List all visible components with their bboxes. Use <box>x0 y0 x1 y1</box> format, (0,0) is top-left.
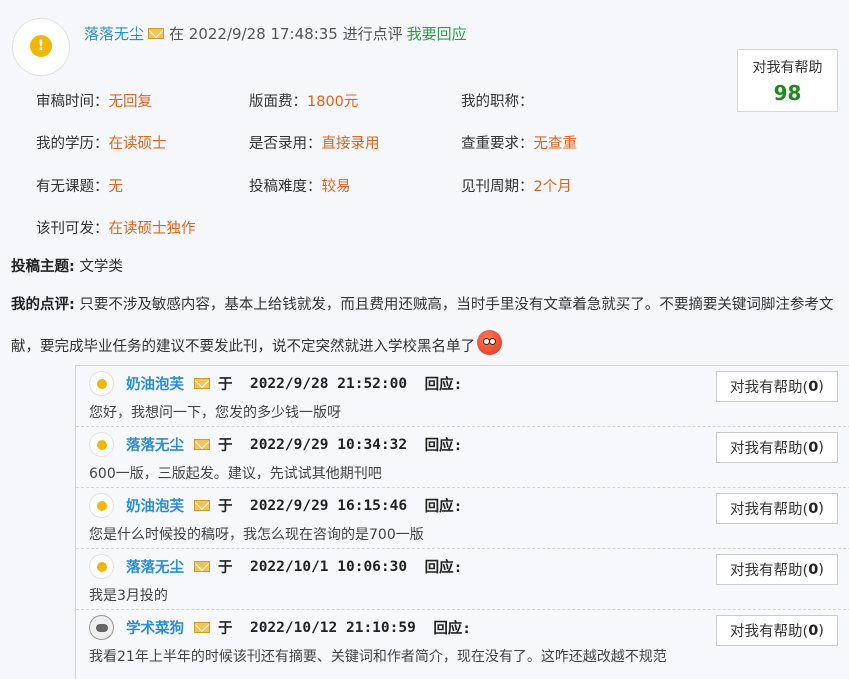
reply-item: 奶油泡芙 于 2022/9/28 21:52:00 回应: 您好，我想问一下，您… <box>76 366 849 427</box>
info-review-time: 审稿时间：无回复 <box>36 94 152 110</box>
reply-header: 奶油泡芙 于 2022/9/29 16:15:46 回应: <box>126 495 462 516</box>
topic-value: 文学类 <box>79 259 123 275</box>
reply-item: 落落无尘 于 2022/9/29 10:34:32 回应: 600一版，三版起发… <box>76 427 849 488</box>
review-timestamp: 在 2022/9/28 17:48:35 进行点评 <box>169 25 403 43</box>
mail-icon[interactable] <box>194 378 210 389</box>
reply-helpful-button[interactable]: 对我有帮助(0) <box>716 432 838 463</box>
reviewer-name-link[interactable]: 落落无尘 <box>84 23 144 44</box>
reply-helpful-button[interactable]: 对我有帮助(0) <box>716 554 838 585</box>
lightbulb-icon <box>96 500 107 511</box>
mail-icon[interactable] <box>194 439 210 450</box>
reply-helpful-button[interactable]: 对我有帮助(0) <box>716 493 838 524</box>
reply-item: 奶油泡芙 于 2022/9/29 16:15:46 回应: 您是什么时候投的稿呀… <box>76 488 849 549</box>
topic-label: 投稿主题: <box>11 259 75 275</box>
reply-user-link[interactable]: 奶油泡芙 <box>126 373 184 394</box>
user-avatar[interactable] <box>89 554 114 579</box>
reply-user-link[interactable]: 落落无尘 <box>126 434 184 455</box>
reply-time: 2022/9/28 21:52:00 <box>249 375 408 392</box>
reply-item: 落落无尘 于 2022/10/1 10:06:30 回应: 我是3月投的 对我有… <box>76 549 849 610</box>
user-avatar[interactable] <box>89 493 114 518</box>
reply-helpful-button[interactable]: 对我有帮助(0) <box>716 371 838 402</box>
lightbulb-icon: ! <box>30 34 52 57</box>
reply-header: 落落无尘 于 2022/10/1 10:06:30 回应: <box>126 556 462 577</box>
reply-item: 学术菜狗 于 2022/10/12 21:10:59 回应: 我看21年上半年的… <box>76 610 849 671</box>
reply-text: 600一版，三版起发。建议，先试试其他期刊吧 <box>89 466 382 482</box>
info-difficulty: 投稿难度：较易 <box>249 179 351 195</box>
info-accepted: 是否录用：直接录用 <box>249 136 380 152</box>
reply-time: 2022/9/29 10:34:32 <box>249 436 408 453</box>
reply-time: 2022/10/12 21:10:59 <box>249 619 416 636</box>
lightbulb-icon <box>96 378 107 389</box>
reply-helpful-button[interactable]: 对我有帮助(0) <box>716 615 838 646</box>
dog-icon <box>95 623 108 632</box>
reply-user-link[interactable]: 学术菜狗 <box>126 617 184 638</box>
user-avatar[interactable] <box>89 615 114 640</box>
reviewer-avatar[interactable]: ! <box>12 18 70 76</box>
review-comment: 我的点评: 只要不涉及敏感内容，基本上给钱就发，而且费用还贼高，当时手里没有文章… <box>11 284 849 368</box>
reply-user-link[interactable]: 奶油泡芙 <box>126 495 184 516</box>
info-eligible: 该刊可发：在读硕士独作 <box>36 221 196 237</box>
mail-icon[interactable] <box>148 28 165 39</box>
user-avatar[interactable] <box>89 432 114 457</box>
info-duplicate-check: 查重要求：无查重 <box>461 136 577 152</box>
reply-user-link[interactable]: 落落无尘 <box>126 556 184 577</box>
reply-link[interactable]: 我要回应 <box>407 23 467 44</box>
helpful-count: 98 <box>773 81 802 105</box>
reply-time: 2022/10/1 10:06:30 <box>249 558 408 575</box>
info-education: 我的学历：在读硕士 <box>36 136 167 152</box>
review-page: ! 落落无尘 在 2022/9/28 17:48:35 进行点评 我要回应 对我… <box>0 0 849 679</box>
reply-header: 落落无尘 于 2022/9/29 10:34:32 回应: <box>126 434 462 455</box>
reply-list: 奶油泡芙 于 2022/9/28 21:52:00 回应: 您好，我想问一下，您… <box>75 365 849 679</box>
reply-time: 2022/9/29 16:15:46 <box>249 497 408 514</box>
info-project: 有无课题：无 <box>36 179 123 195</box>
mail-icon[interactable] <box>194 561 210 572</box>
reply-text: 您是什么时候投的稿呀，我怎么现在咨询的是700一版 <box>89 527 424 543</box>
user-avatar[interactable] <box>89 371 114 396</box>
reply-text: 您好，我想问一下，您发的多少钱一版呀 <box>89 405 341 421</box>
lightbulb-icon <box>96 439 107 450</box>
reply-text: 我看21年上半年的时候该刊还有摘要、关键词和作者简介，现在没有了。这咋还越改越不… <box>89 649 667 665</box>
reply-text: 我是3月投的 <box>89 588 168 604</box>
lightbulb-icon <box>96 561 107 572</box>
info-page-fee: 版面费：1800元 <box>249 94 359 110</box>
topic-line: 投稿主题: 文学类 <box>11 255 123 276</box>
mail-icon[interactable] <box>194 500 210 511</box>
helpful-vote-box[interactable]: 对我有帮助 98 <box>737 49 838 112</box>
angry-face-icon <box>477 330 502 355</box>
info-publish-cycle: 见刊周期：2个月 <box>461 179 572 195</box>
helpful-label: 对我有帮助 <box>752 60 823 76</box>
reply-header: 奶油泡芙 于 2022/9/28 21:52:00 回应: <box>126 373 462 394</box>
comment-text: 只要不涉及敏感内容，基本上给钱就发，而且费用还贼高，当时手里没有文章着急就买了。… <box>11 297 834 355</box>
comment-label: 我的点评: <box>11 297 75 313</box>
reply-header: 学术菜狗 于 2022/10/12 21:10:59 回应: <box>126 617 471 638</box>
mail-icon[interactable] <box>194 622 210 633</box>
info-title: 我的职称： <box>461 94 534 110</box>
review-header: 落落无尘 在 2022/9/28 17:48:35 进行点评 我要回应 <box>84 23 467 44</box>
